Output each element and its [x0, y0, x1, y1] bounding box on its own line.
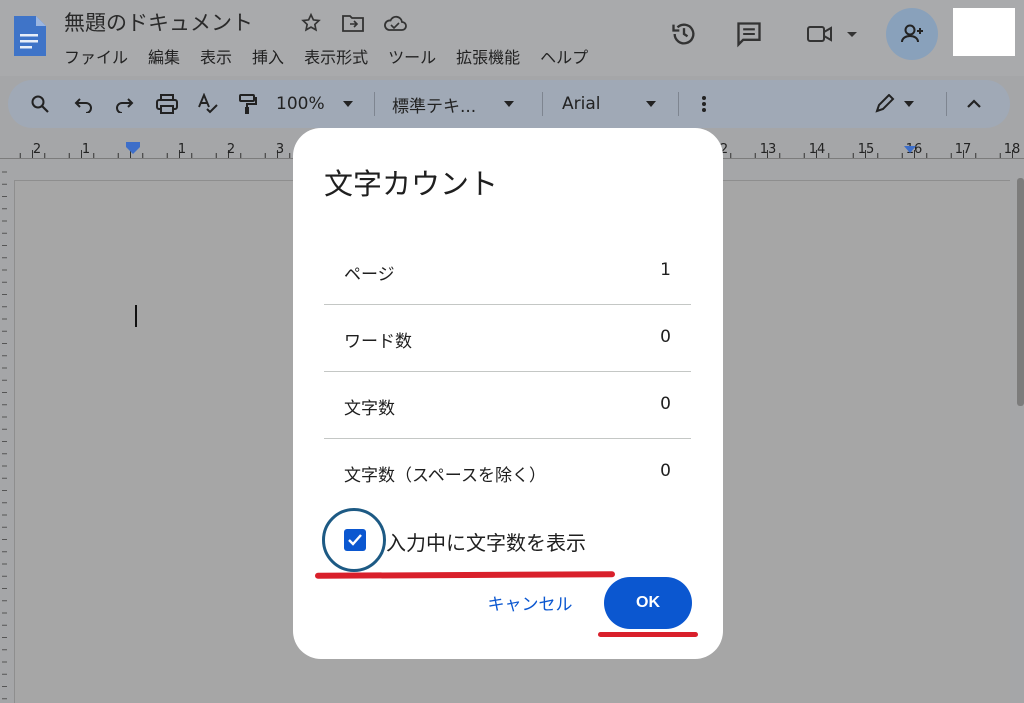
menu-view[interactable]: 表示: [200, 44, 232, 68]
menu-edit[interactable]: 編集: [148, 44, 180, 68]
ruler-label: 1: [82, 142, 90, 157]
vertical-ruler[interactable]: [0, 168, 8, 703]
ruler-label: 13: [760, 142, 777, 157]
toolbar: 100% 標準テキ... Arial: [8, 80, 1010, 128]
paragraph-style-select[interactable]: 標準テキ...: [392, 80, 532, 128]
ok-button[interactable]: OK: [604, 577, 692, 629]
annotation-underline: [598, 632, 698, 637]
chevron-down-icon: [342, 101, 353, 107]
word-count-dialog: 文字カウント ページ 1 ワード数 0 文字数 0 文字数（スペースを除く） 0…: [293, 128, 723, 659]
menu-format[interactable]: 表示形式: [304, 44, 368, 68]
star-icon[interactable]: [298, 10, 324, 36]
paint-format-icon[interactable]: [234, 80, 262, 128]
stat-row-pages: ページ 1: [324, 238, 691, 305]
stat-label: ページ: [344, 265, 395, 285]
cancel-button[interactable]: キャンセル: [475, 576, 585, 628]
comment-icon[interactable]: [733, 18, 765, 50]
menu-help[interactable]: ヘルプ: [540, 44, 588, 68]
docs-logo-icon[interactable]: [12, 14, 46, 58]
title-bar: 無題のドキュメント ファイル 編集 表示 挿入 表示形式 ツール 拡張機能 ヘル…: [0, 0, 1024, 76]
stat-value: 0: [660, 327, 671, 347]
menu-extensions[interactable]: 拡張機能: [456, 44, 520, 68]
stat-row-characters-no-spaces: 文字数（スペースを除く） 0: [324, 439, 691, 506]
menu-tools[interactable]: ツール: [388, 44, 436, 68]
collapse-icon[interactable]: [960, 80, 988, 128]
redo-icon[interactable]: [110, 80, 138, 128]
ruler-label: 18: [1004, 142, 1021, 157]
print-icon[interactable]: [152, 80, 182, 128]
edit-mode-icon[interactable]: [868, 80, 920, 128]
menu-bar: ファイル 編集 表示 挿入 表示形式 ツール 拡張機能 ヘルプ: [64, 44, 638, 68]
history-icon[interactable]: [668, 18, 700, 50]
spellcheck-icon[interactable]: [194, 80, 222, 128]
stat-label: 文字数: [344, 399, 395, 419]
more-icon[interactable]: [694, 80, 714, 128]
stat-value: 0: [660, 461, 671, 481]
search-icon[interactable]: [26, 80, 54, 128]
left-indent-marker-icon[interactable]: [126, 142, 140, 154]
undo-icon[interactable]: [70, 80, 98, 128]
toolbar-divider: [374, 92, 375, 116]
user-avatar-placeholder[interactable]: [953, 8, 1015, 56]
menu-file[interactable]: ファイル: [64, 44, 128, 68]
toolbar-divider: [678, 92, 679, 116]
style-value: 標準テキ...: [392, 96, 477, 117]
move-to-folder-icon[interactable]: [340, 10, 366, 36]
stat-value: 0: [660, 394, 671, 414]
dialog-title: 文字カウント: [324, 167, 499, 201]
ruler-label: 2: [33, 142, 41, 157]
checkmark-icon: [348, 534, 362, 546]
font-select[interactable]: Arial: [562, 80, 662, 128]
stat-value: 1: [660, 260, 671, 280]
video-call-icon[interactable]: [802, 18, 862, 50]
zoom-select[interactable]: 100%: [276, 80, 364, 128]
ruler-label: 14: [809, 142, 826, 157]
ruler-label: 2: [227, 142, 235, 157]
text-cursor: [135, 305, 137, 327]
chevron-down-icon: [504, 101, 515, 107]
stat-label: 文字数（スペースを除く）: [344, 466, 546, 486]
cloud-saved-icon[interactable]: [382, 10, 408, 36]
scrollbar[interactable]: [1017, 178, 1024, 406]
ruler-label: 3: [276, 142, 284, 157]
stat-row-characters: 文字数 0: [324, 372, 691, 439]
stat-row-words: ワード数 0: [324, 305, 691, 372]
ruler-label: 1: [178, 142, 186, 157]
share-icon[interactable]: [886, 8, 938, 60]
document-title[interactable]: 無題のドキュメント: [64, 7, 253, 37]
show-word-count-checkbox[interactable]: [344, 529, 366, 551]
toolbar-divider: [542, 92, 543, 116]
ruler-label: 15: [858, 142, 875, 157]
menu-insert[interactable]: 挿入: [252, 44, 284, 68]
font-value: Arial: [562, 94, 601, 114]
stat-label: ワード数: [344, 332, 412, 352]
show-word-count-label[interactable]: 入力中に文字数を表示: [386, 527, 586, 556]
zoom-value: 100%: [276, 94, 325, 114]
chevron-down-icon: [646, 101, 657, 107]
ruler-label: 17: [955, 142, 972, 157]
toolbar-divider: [946, 92, 947, 116]
